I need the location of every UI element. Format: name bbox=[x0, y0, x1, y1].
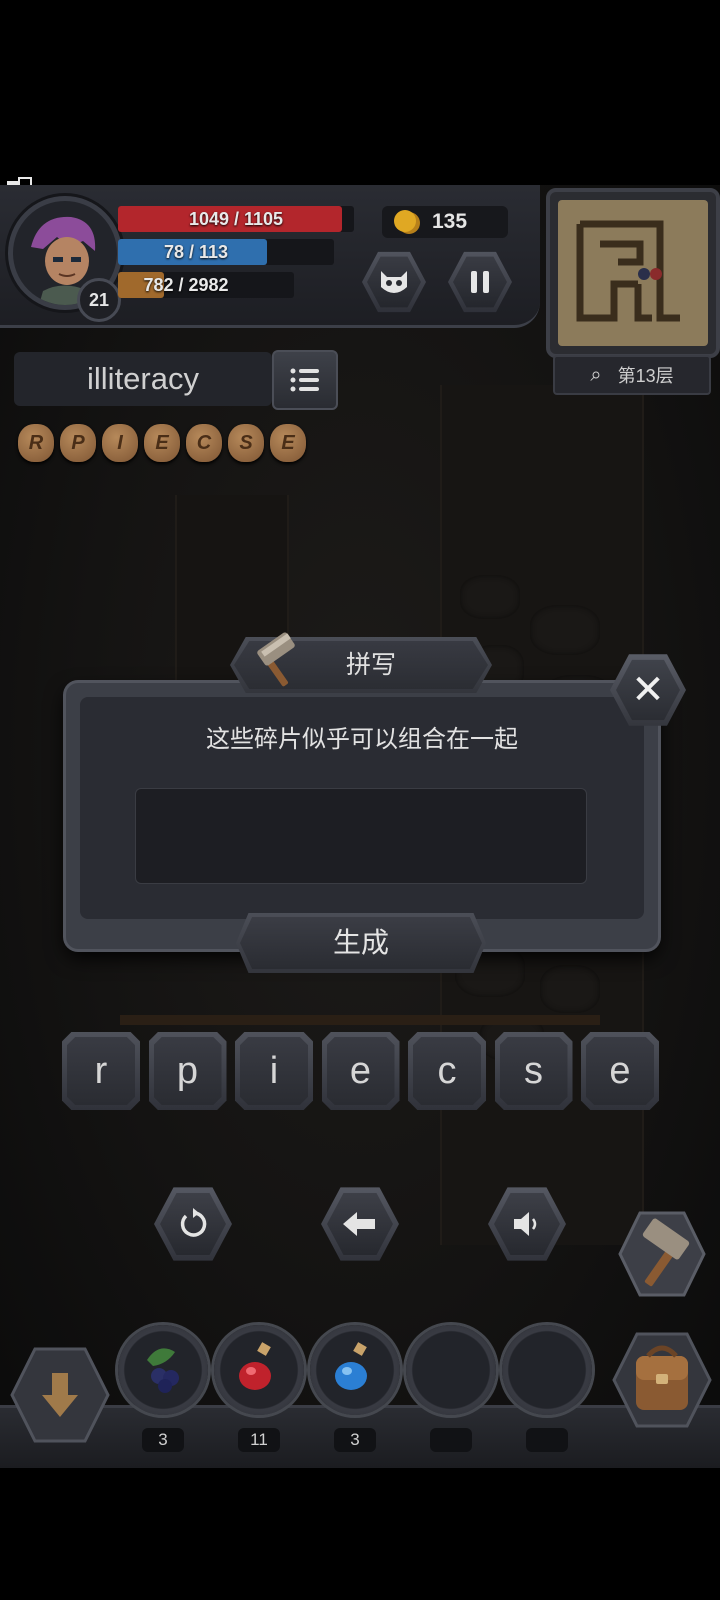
descend-button[interactable] bbox=[10, 1345, 110, 1445]
xp-text: 782 / 2982 bbox=[143, 275, 229, 295]
hp-bar: 1049 / 1105 bbox=[118, 206, 354, 232]
letter-tile-label: i bbox=[240, 1037, 308, 1105]
letter-tile[interactable]: i bbox=[235, 1032, 313, 1110]
letter-tile[interactable]: e bbox=[581, 1032, 659, 1110]
quick-slot-red-potion[interactable] bbox=[214, 1325, 304, 1415]
letter-tile-label: s bbox=[499, 1037, 568, 1105]
item-count bbox=[430, 1428, 472, 1452]
letter-tile-label: p bbox=[153, 1037, 222, 1105]
generate-button[interactable]: 生成 bbox=[236, 913, 486, 973]
item-count bbox=[526, 1428, 568, 1452]
stone bbox=[530, 605, 600, 655]
letter-fragment: E bbox=[144, 424, 180, 462]
letter-tile[interactable]: p bbox=[148, 1032, 227, 1110]
minimap[interactable] bbox=[546, 188, 720, 358]
item-count: 3 bbox=[142, 1428, 184, 1452]
floor-indicator: ⌕ 第13层 bbox=[553, 355, 711, 395]
gold-counter: 135 bbox=[382, 206, 508, 238]
letter-fragment: E bbox=[270, 424, 306, 462]
backpack-button[interactable] bbox=[612, 1330, 712, 1430]
pause-icon bbox=[453, 256, 507, 308]
gold-amount: 135 bbox=[432, 210, 468, 233]
letter-fragment: S bbox=[228, 424, 264, 462]
target-word: illiteracy bbox=[14, 352, 272, 406]
letter-fragment: C bbox=[186, 424, 222, 462]
speaker-icon bbox=[494, 1192, 560, 1256]
magnifier-icon[interactable]: ⌕ bbox=[590, 364, 601, 387]
xp-bar: 782 / 2982 bbox=[118, 272, 294, 298]
quick-slot-empty[interactable] bbox=[406, 1325, 496, 1415]
backspace-arrow-icon bbox=[327, 1192, 393, 1256]
floor-edge bbox=[120, 1015, 600, 1025]
item-count: 11 bbox=[238, 1428, 280, 1452]
close-icon: ✕ bbox=[616, 659, 680, 721]
letter-tile[interactable]: c bbox=[408, 1032, 486, 1110]
letter-fragment: I bbox=[102, 424, 138, 462]
letter-tile[interactable]: e bbox=[321, 1032, 400, 1110]
spell-input[interactable] bbox=[135, 788, 587, 884]
hammer-icon bbox=[248, 632, 304, 688]
blue-potion-icon bbox=[325, 1338, 385, 1403]
craft-button[interactable] bbox=[618, 1210, 706, 1298]
owl-icon bbox=[367, 256, 421, 308]
reset-icon bbox=[160, 1192, 226, 1256]
letter-tile-label: r bbox=[67, 1037, 135, 1105]
berries-icon bbox=[133, 1338, 193, 1403]
letter-tile[interactable]: s bbox=[494, 1032, 573, 1110]
hp-text: 1049 / 1105 bbox=[188, 209, 284, 229]
minimap-view bbox=[558, 200, 708, 346]
item-count: 3 bbox=[334, 1428, 376, 1452]
word-list-button[interactable] bbox=[272, 350, 338, 410]
generate-label: 生成 bbox=[240, 917, 482, 969]
letter-tile-label: e bbox=[326, 1037, 395, 1105]
letter-fragment: R bbox=[18, 424, 54, 462]
quick-slot-empty[interactable] bbox=[502, 1325, 592, 1415]
floor-text: 第13层 bbox=[617, 366, 674, 386]
gold-coin-icon bbox=[394, 210, 416, 232]
backpack-icon bbox=[636, 1345, 688, 1410]
letter-tile[interactable]: r bbox=[62, 1032, 140, 1110]
letter-fragment: P bbox=[60, 424, 96, 462]
letter-tile-label: c bbox=[413, 1037, 481, 1105]
level-badge: 21 bbox=[77, 278, 121, 322]
dialog-message: 这些碎片似乎可以组合在一起 bbox=[206, 726, 518, 753]
stone bbox=[460, 575, 520, 619]
mp-text: 78 / 113 bbox=[163, 242, 229, 262]
stone bbox=[540, 965, 600, 1013]
target-word-text: illiteracy bbox=[87, 361, 199, 396]
quick-slot-berries[interactable] bbox=[118, 1325, 208, 1415]
letter-tile-label: e bbox=[586, 1037, 654, 1105]
red-potion-icon bbox=[229, 1338, 289, 1403]
quick-slot-blue-potion[interactable] bbox=[310, 1325, 400, 1415]
list-icon bbox=[290, 368, 319, 392]
mp-bar: 78 / 113 bbox=[118, 239, 334, 265]
